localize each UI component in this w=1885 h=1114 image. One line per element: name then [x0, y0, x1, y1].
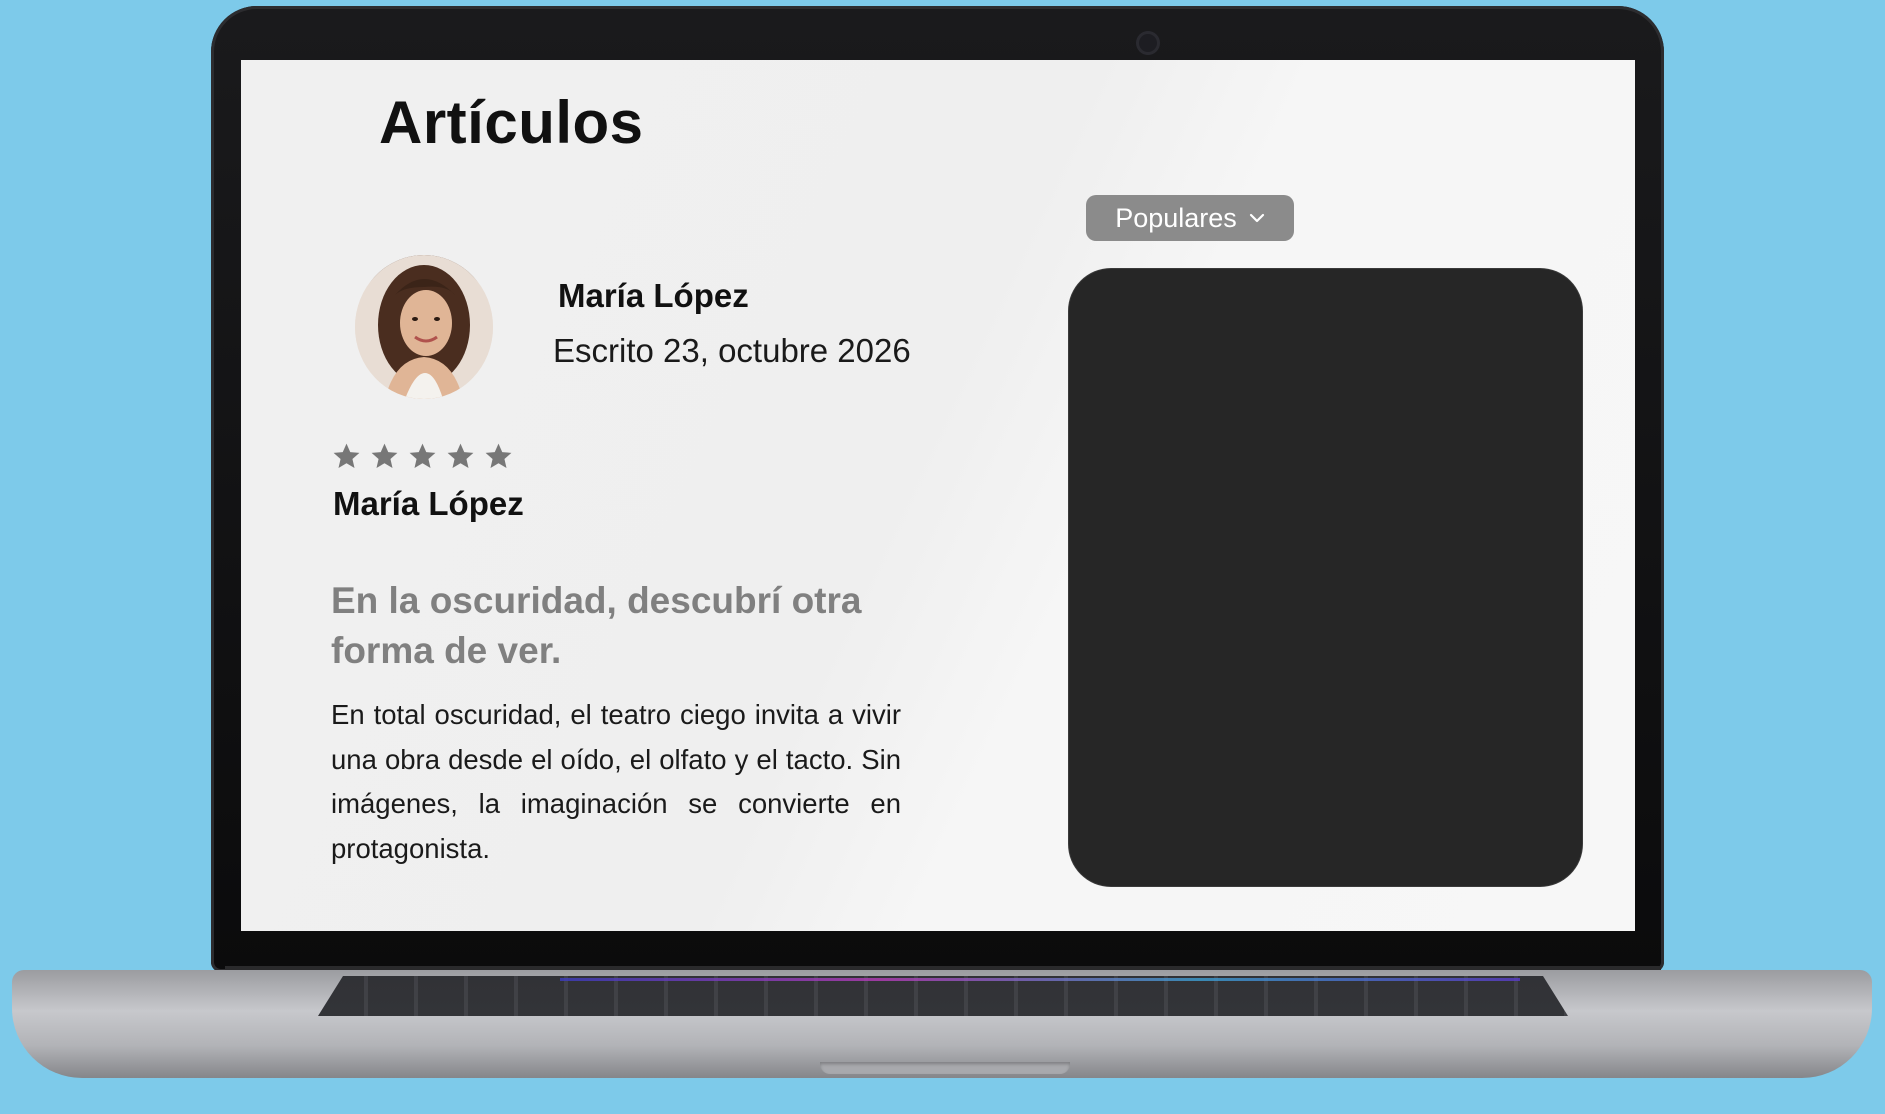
article-body: En total oscuridad, el teatro ciego invi…	[331, 699, 901, 864]
reviewer-name: María López	[333, 485, 524, 522]
avatar-photo	[355, 255, 493, 399]
star-icon	[447, 443, 474, 468]
star-icon	[409, 443, 436, 468]
article-headline: En la oscuridad, descubrí otra forma de …	[331, 580, 862, 671]
keyboard-glow	[560, 978, 1520, 981]
webcam-icon	[1136, 31, 1160, 55]
chevron-down-icon	[1249, 213, 1264, 223]
star-icon	[333, 443, 360, 468]
star-icon	[485, 443, 512, 468]
laptop-screen: Artículos María López Escrito 23, octubr…	[241, 60, 1635, 931]
author-avatar	[355, 255, 493, 399]
sort-dropdown-label: Populares	[1115, 202, 1237, 233]
laptop-mockup: Artículos María López Escrito 23, octubr…	[0, 0, 1885, 1114]
media-panel	[1069, 269, 1582, 886]
page-title: Artículos	[379, 89, 644, 156]
publish-date: Escrito 23, octubre 2026	[553, 332, 911, 369]
star-icon	[371, 443, 398, 468]
sort-dropdown[interactable]: Populares	[1086, 195, 1294, 241]
star-rating	[331, 441, 514, 472]
laptop-notch	[820, 1062, 1070, 1074]
author-name: María López	[558, 277, 749, 314]
keyboard	[318, 976, 1568, 1016]
